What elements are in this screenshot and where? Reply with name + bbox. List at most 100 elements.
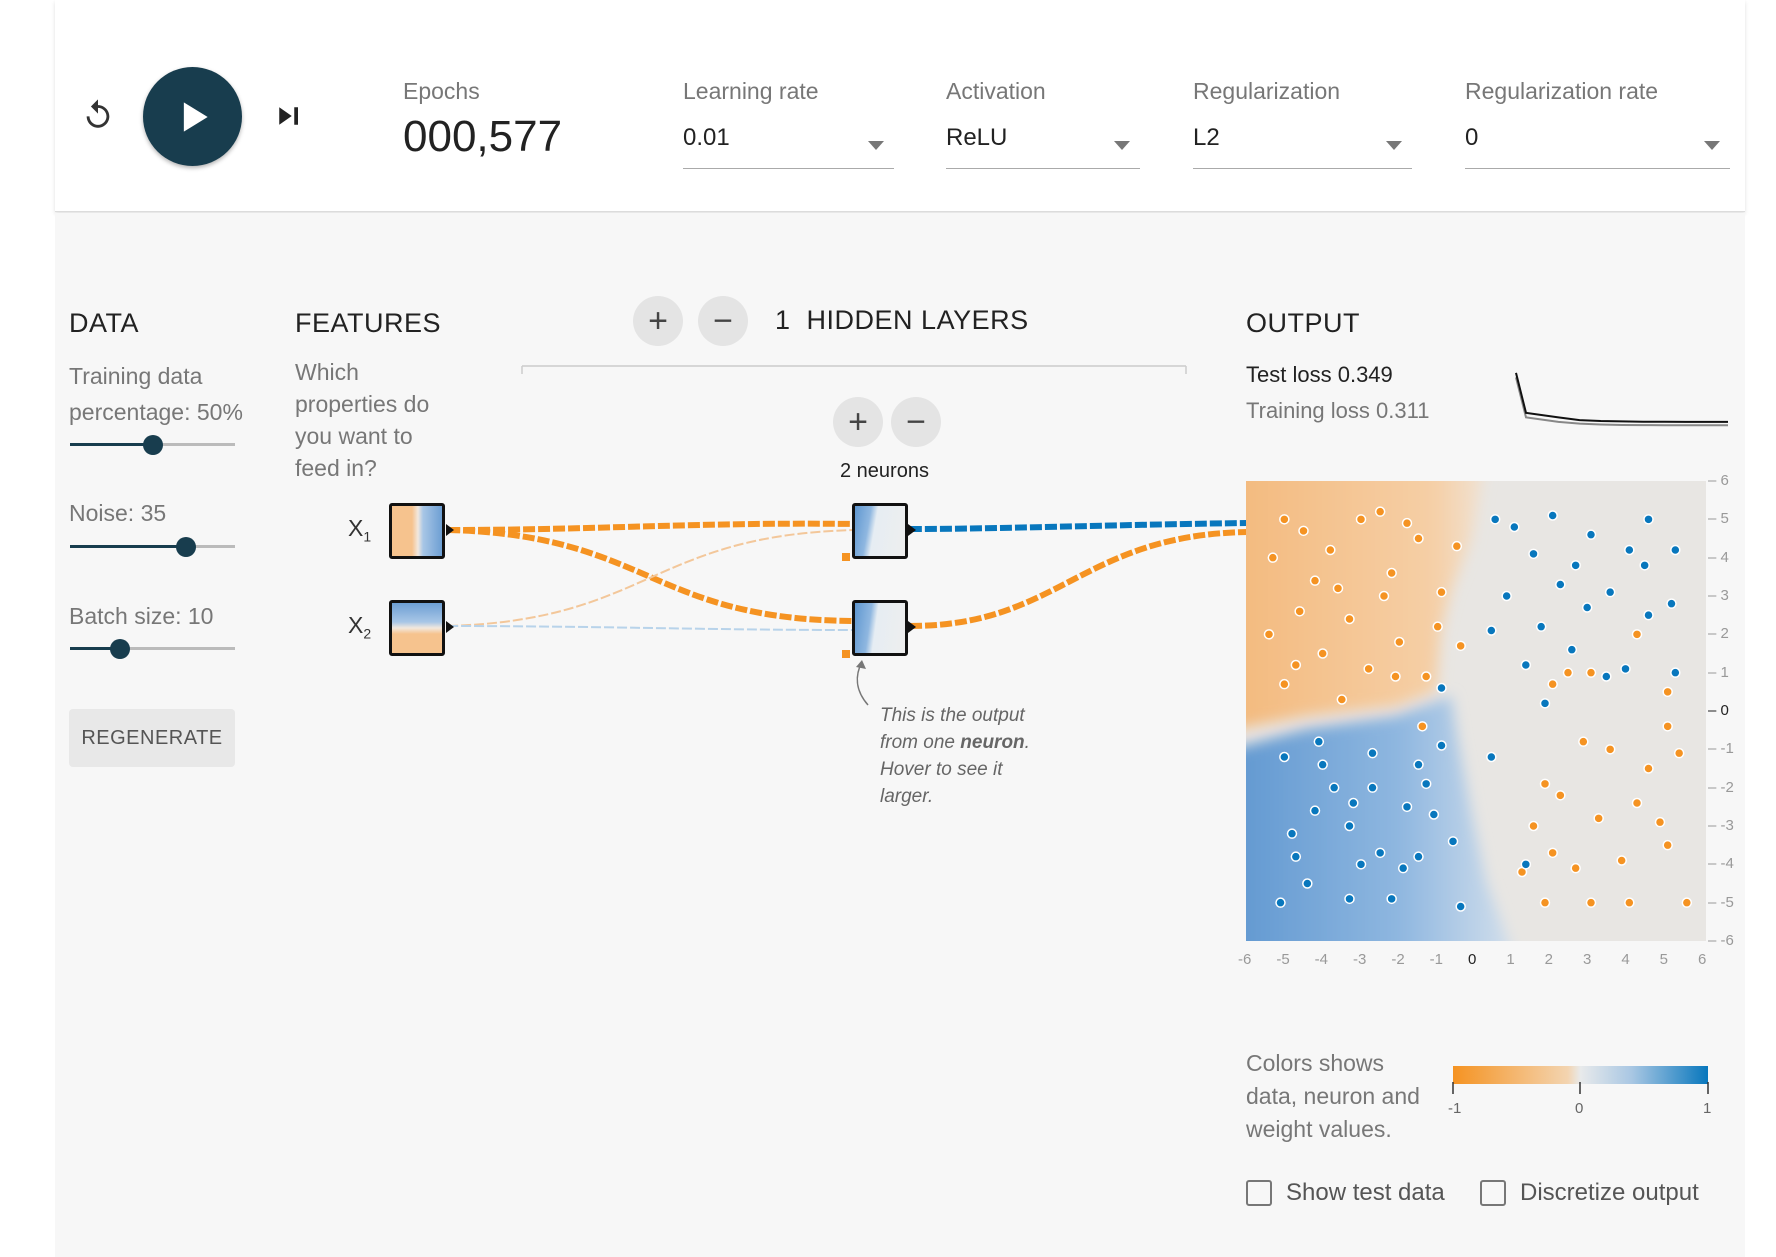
x-tick-label: -5: [1276, 951, 1290, 968]
x-tick-label: -1: [1429, 951, 1443, 968]
data-point-blue: [1290, 851, 1302, 862]
checkbox-box[interactable]: [1480, 1180, 1506, 1206]
data-point-orange: [1681, 897, 1693, 908]
data-point-orange: [1643, 763, 1654, 774]
data-point-orange: [1309, 575, 1321, 586]
data-point-blue: [1620, 663, 1631, 675]
data-point-blue: [1601, 671, 1612, 682]
link-x1-n1[interactable]: [447, 520, 856, 533]
hidden-layers-count: 1: [775, 305, 791, 335]
x-tick-label: -4: [1314, 951, 1328, 968]
data-point-blue: [1279, 751, 1290, 763]
data-point-orange: [1420, 671, 1432, 682]
data-point-blue: [1401, 801, 1413, 813]
x-tick-label: 2: [1544, 951, 1553, 968]
data-point-orange: [1528, 820, 1539, 832]
data-point-blue: [1666, 598, 1677, 609]
data-point-orange: [1604, 744, 1616, 755]
node-arrow-icon: [908, 621, 916, 633]
data-point-orange: [1455, 640, 1466, 652]
link-x2-n2[interactable]: [447, 625, 856, 631]
data-point-orange: [1390, 671, 1401, 682]
x-tick-label: -2: [1391, 951, 1405, 968]
data-point-blue: [1313, 736, 1325, 747]
data-point-blue: [1447, 836, 1459, 847]
data-point-blue: [1643, 609, 1654, 621]
data-point-orange: [1344, 613, 1355, 625]
data-point-orange: [1562, 667, 1574, 678]
data-point-blue: [1639, 560, 1650, 571]
note-line: larger.: [880, 786, 934, 807]
data-point-blue: [1286, 828, 1298, 839]
data-point-orange: [1267, 552, 1279, 563]
data-point-blue: [1520, 859, 1532, 870]
data-point-orange: [1298, 525, 1309, 537]
y-tick-label: – -4: [1708, 855, 1734, 873]
data-point-orange: [1585, 667, 1597, 678]
remove-layer-button[interactable]: −: [698, 296, 748, 346]
data-point-orange: [1585, 897, 1597, 908]
feature-x1-label: X1: [348, 515, 372, 545]
y-tick-label: – -3: [1708, 817, 1734, 834]
data-point-blue: [1509, 521, 1520, 533]
data-point-orange: [1631, 629, 1643, 640]
node-arrow-icon: [908, 524, 916, 536]
data-point-orange: [1432, 621, 1443, 632]
feature-x1-node[interactable]: [389, 503, 445, 559]
test-loss-value: 0.349: [1337, 362, 1393, 387]
arrow-head: [856, 660, 866, 669]
data-point-blue: [1486, 751, 1497, 763]
data-point-blue: [1309, 805, 1321, 816]
test-loss: Test loss 0.349: [1246, 362, 1393, 387]
colorbar-tick-label: -1: [1448, 1100, 1462, 1117]
data-point-orange: [1436, 586, 1447, 598]
note-bold: neuron: [960, 732, 1025, 753]
x-tick-label: 6: [1698, 951, 1707, 968]
bias-n2[interactable]: [842, 650, 850, 658]
data-point-blue: [1670, 667, 1681, 678]
link-n1-out[interactable]: [909, 520, 1248, 532]
x-tick-label: 0: [1468, 951, 1477, 968]
output-title: OUTPUT: [1246, 308, 1360, 338]
playground-app: { "controls": { "epochs_label": "Epochs"…: [0, 0, 1776, 1257]
discretize-output-checkbox[interactable]: Discretize output: [1480, 1179, 1699, 1207]
output-heatmap[interactable]: [1246, 481, 1706, 941]
y-tick-label: – 2: [1708, 625, 1729, 643]
colorbar-tick-label: 0: [1575, 1100, 1584, 1117]
data-point-blue: [1420, 778, 1432, 790]
show-test-data-checkbox[interactable]: Show test data: [1246, 1179, 1445, 1207]
test-loss-curve: [1515, 372, 1728, 423]
show-test-data-label: Show test data: [1286, 1179, 1445, 1206]
feature-x2-node[interactable]: [389, 600, 445, 656]
legend-line: Colors shows: [1246, 1050, 1385, 1076]
data-point-orange: [1555, 790, 1566, 801]
data-point-blue: [1374, 847, 1386, 859]
neuron-1-node[interactable]: [852, 503, 908, 559]
neuron-hint-note: This is the output from one neuron. Hove…: [880, 702, 1030, 810]
minus-icon: −: [713, 302, 733, 340]
x-tick-label: 3: [1583, 951, 1592, 968]
add-neuron-button[interactable]: +: [833, 397, 883, 447]
x-tick-label: -6: [1238, 951, 1252, 968]
link-n2-out[interactable]: [909, 529, 1248, 629]
data-point-orange: [1547, 678, 1558, 690]
add-layer-button[interactable]: +: [633, 296, 683, 346]
data-point-orange: [1673, 747, 1685, 759]
link-x2-n1[interactable]: [447, 529, 856, 627]
checkbox-box[interactable]: [1246, 1180, 1272, 1206]
data-point-blue: [1581, 602, 1593, 613]
data-point-orange: [1317, 648, 1328, 659]
data-point-orange: [1263, 629, 1275, 640]
data-point-blue: [1413, 851, 1424, 862]
bias-n1[interactable]: [842, 553, 850, 561]
data-point-orange: [1363, 663, 1374, 675]
data-point-blue: [1317, 759, 1328, 770]
remove-neuron-button[interactable]: −: [891, 397, 941, 447]
link-x1-n2[interactable]: [447, 527, 856, 624]
data-point-orange: [1547, 847, 1558, 859]
data-point-blue: [1436, 682, 1447, 694]
y-tick-label: – -1: [1708, 740, 1734, 758]
y-tick-label: – 3: [1708, 587, 1729, 604]
data-point-orange: [1417, 721, 1428, 732]
neuron-2-node[interactable]: [852, 600, 908, 656]
